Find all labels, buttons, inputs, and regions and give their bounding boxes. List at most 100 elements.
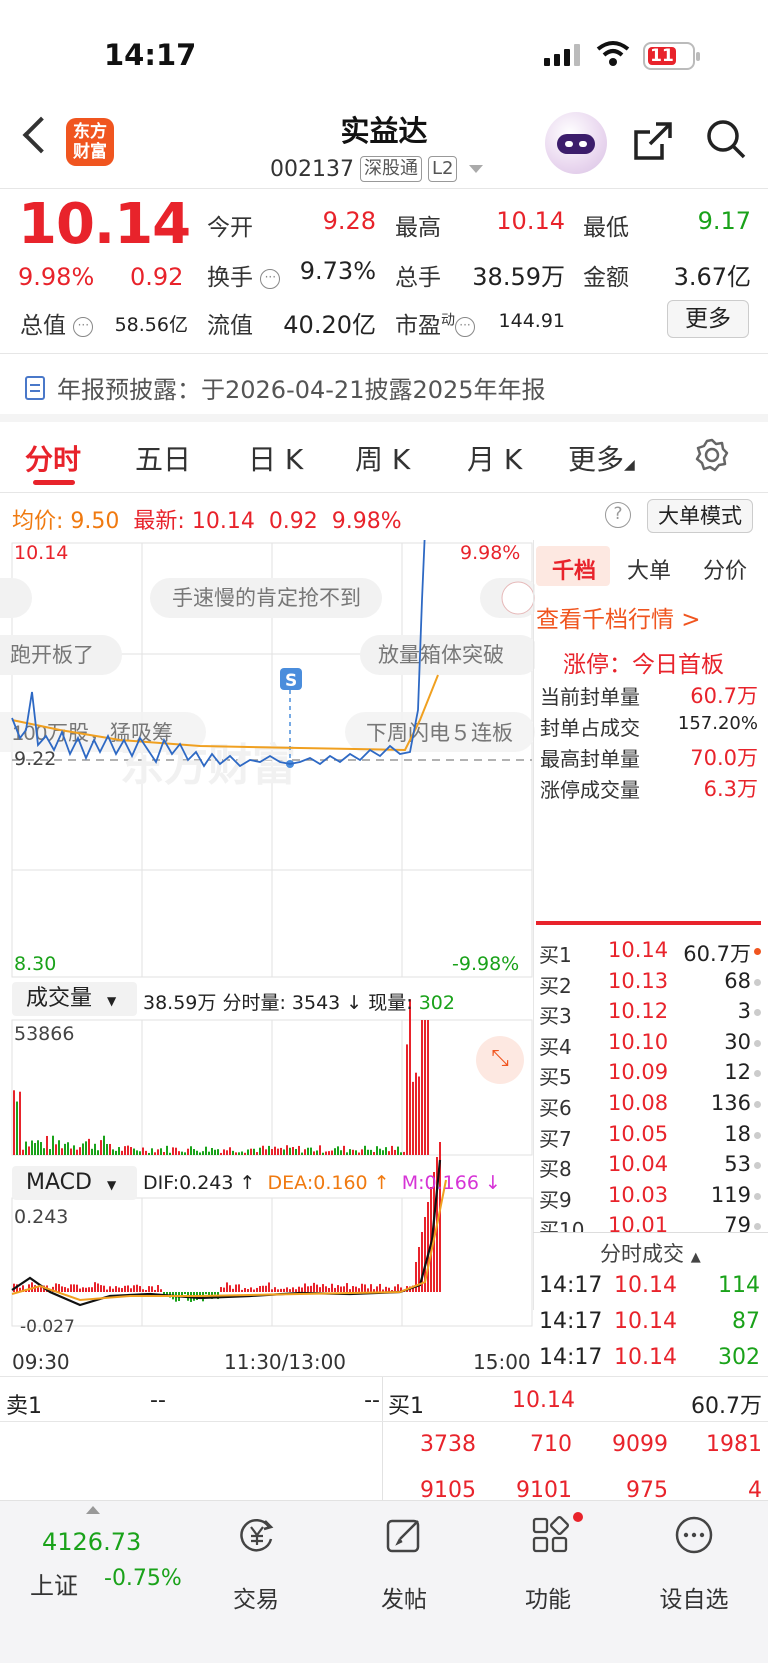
macd-bar [307, 1286, 309, 1292]
watchlist-dots-icon[interactable] [674, 1515, 714, 1555]
ticks-title[interactable]: 分时成交 ▲ [600, 1238, 701, 1268]
volume-bar [121, 1150, 123, 1155]
x-axis-midday: 11:30/13:00 [224, 1350, 347, 1374]
buy1-vol: 60.7万 [691, 1394, 762, 1419]
big-order-mode-button[interactable]: 大单模式 [647, 499, 753, 533]
queue-value: 710 [530, 1432, 572, 1457]
tick-time: 14:17 [539, 1309, 603, 1334]
index-name[interactable]: 上证 [30, 1566, 78, 1601]
intraday-chart[interactable]: 东方财富 手速慢的肯定抢不到 跑开板了 放量箱体突破 100万股，猛吸筹 下周闪… [0, 540, 535, 1340]
chevron-up-icon[interactable] [86, 1506, 100, 1514]
orderbook-volume: 136 [710, 1091, 751, 1115]
info-dots-icon: ··· [260, 269, 281, 289]
tab-weekly-k[interactable]: 周 K [355, 438, 410, 478]
macd-bar [94, 1282, 96, 1292]
macd-bar [244, 1288, 246, 1292]
volume-bar [424, 1020, 426, 1155]
macd-bar [295, 1289, 297, 1292]
volume-bar [307, 1147, 309, 1155]
index-value[interactable]: 4126.73 [42, 1528, 141, 1556]
volume-indicator-select[interactable]: 成交量 ▼ [12, 982, 137, 1016]
macd-bar [331, 1283, 333, 1292]
volume-bar [217, 1149, 219, 1155]
macd-bar [289, 1289, 291, 1292]
tab-intraday[interactable]: 分时 [25, 438, 81, 478]
more-stats-button[interactable]: 更多 [667, 300, 749, 338]
volume-bar [304, 1149, 306, 1155]
tab-5day[interactable]: 五日 [135, 438, 191, 478]
macd-bar [361, 1283, 363, 1292]
macd-bar [91, 1287, 93, 1292]
macd-bar [235, 1284, 237, 1292]
orderbook-row: 买6 10.08 136 [539, 1089, 764, 1120]
limit-up-status: 涨停：今日首板 [563, 652, 724, 678]
volume-bar [391, 1145, 393, 1155]
orderbook-volume: 53 [724, 1152, 751, 1177]
expand-icon[interactable]: ⤡ [476, 1036, 524, 1084]
nav-post[interactable]: 发帖 [354, 1580, 454, 1614]
functions-grid-icon[interactable] [530, 1515, 570, 1555]
settings-gear-icon[interactable] [694, 437, 730, 473]
volume-bar [22, 1149, 24, 1155]
annual-report-notice[interactable]: 年报预披露：于2026-04-21披露2025年年报 [25, 370, 546, 405]
buy1-price: 10.14 [512, 1388, 575, 1413]
search-icon[interactable] [705, 118, 747, 160]
volume-bar [112, 1149, 114, 1155]
battery-icon: 11 [643, 42, 700, 70]
volume-bar [136, 1150, 138, 1155]
volume-bar [367, 1149, 369, 1155]
macd-bar [85, 1287, 87, 1292]
tick-price: 10.14 [614, 1273, 677, 1298]
macd-indicator-select[interactable]: MACD ▼ [12, 1166, 137, 1200]
sell1-vol: -- [364, 1388, 380, 1413]
macd-bar [427, 1202, 429, 1292]
tick-price: 10.14 [614, 1345, 677, 1370]
volume-bar [133, 1148, 135, 1155]
turnover-label[interactable]: 换手 ··· [207, 258, 281, 292]
trade-yen-icon[interactable] [237, 1515, 277, 1555]
tab-price-split[interactable]: 分价 [703, 553, 747, 585]
macd-bar [157, 1285, 159, 1292]
share-icon[interactable] [632, 120, 674, 162]
orderbook-dot [754, 1162, 761, 1170]
pe-label[interactable]: 市盈动 ··· [395, 306, 475, 340]
stat-value: 157.20% [677, 713, 758, 734]
macd-bar [241, 1289, 243, 1292]
macd-mid: -0.027 [20, 1317, 75, 1337]
index-change[interactable]: -0.75% [104, 1566, 182, 1591]
nav-functions[interactable]: 功能 [498, 1580, 598, 1614]
amount-value: 3.67亿 [673, 263, 751, 291]
tab-more[interactable]: 更多◢ [568, 438, 635, 478]
volume-bar [139, 1151, 141, 1155]
nav-add-watchlist[interactable]: 设自选 [644, 1580, 744, 1614]
robot-assistant-avatar[interactable] [545, 112, 607, 174]
stock-code-line[interactable]: 002137 深股通 L2 [270, 156, 484, 182]
tab-big-order[interactable]: 大单 [627, 553, 671, 585]
macd-bar [145, 1289, 147, 1292]
macd-bar [277, 1289, 279, 1292]
stat-value: 70.0万 [690, 746, 758, 770]
view-thousand-level-link[interactable]: 查看千档行情 > [536, 600, 701, 634]
macd-bar [106, 1289, 108, 1292]
info-dots-icon: ··· [73, 317, 94, 337]
volume-bar [370, 1149, 372, 1155]
chart-summary: 均价: 9.50 最新: 10.14 0.92 9.98% [12, 509, 402, 534]
macd-bar [181, 1292, 183, 1296]
volume-bar [385, 1147, 387, 1155]
volume-bar [190, 1146, 192, 1155]
tab-daily-k[interactable]: 日 K [248, 438, 303, 478]
macd-bar [151, 1286, 153, 1292]
tab-monthly-k[interactable]: 月 K [467, 438, 522, 478]
macd-bar [376, 1286, 378, 1292]
nav-trade[interactable]: 交易 [206, 1580, 306, 1614]
change-amount: 0.92 [130, 263, 184, 291]
post-edit-icon[interactable] [384, 1515, 424, 1555]
help-icon[interactable]: ? [605, 502, 631, 528]
tab-thousand-level[interactable]: 千档 [552, 553, 596, 585]
volume-bar [199, 1152, 201, 1155]
macd-bar [325, 1286, 327, 1292]
orderbook-dot [754, 1131, 761, 1139]
mcap-label[interactable]: 总值 ··· [20, 306, 94, 340]
macd-bar [127, 1285, 129, 1292]
volume-bar [232, 1150, 234, 1155]
